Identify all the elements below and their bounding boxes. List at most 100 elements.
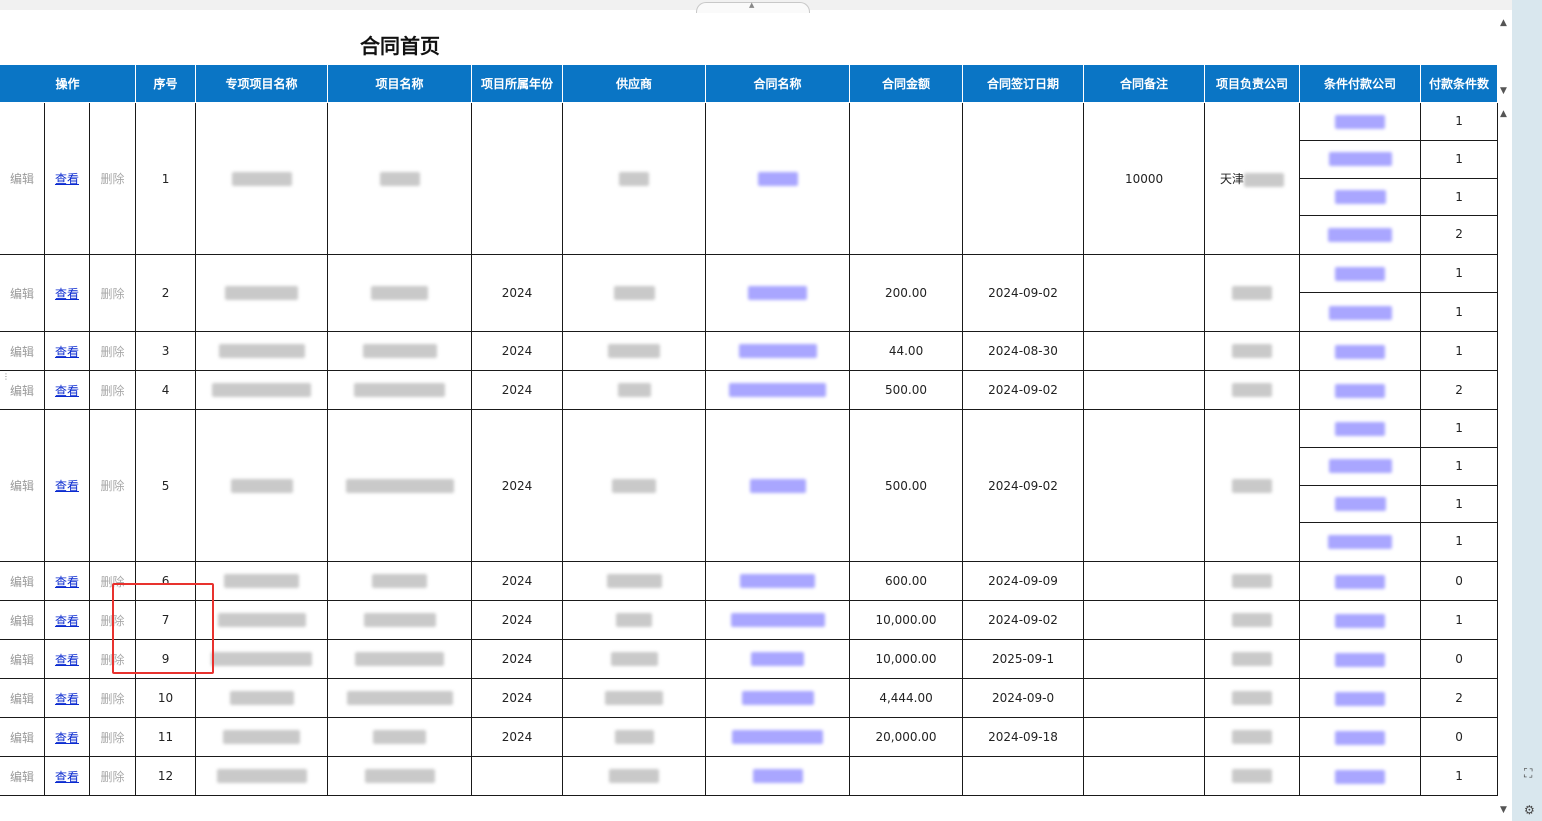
view-cell[interactable]: 查看 [44,639,90,679]
edit-cell[interactable]: 编辑 [0,409,45,562]
edit-button[interactable]: 编辑 [10,614,34,628]
pay-count-subrow: 0 [1422,719,1497,756]
special-project-name-cell [195,102,329,255]
view-link[interactable]: 查看 [55,287,79,301]
date-cell: 2024-09-02 [962,254,1085,332]
edit-cell[interactable]: 编辑 [0,561,45,601]
date-value: 2024-09-02 [988,286,1058,300]
delete-cell[interactable]: 删除 [88,409,137,562]
special-project-name-cell [195,370,329,410]
delete-button[interactable]: 删除 [101,692,125,706]
edit-button[interactable]: 编辑 [10,770,34,784]
screenshot-icon[interactable]: ⛶ [1524,766,1532,781]
edit-cell[interactable]: 编辑 [0,639,45,679]
view-link[interactable]: 查看 [55,384,79,398]
view-cell[interactable]: 查看 [44,102,90,255]
edit-cell[interactable]: 编辑 [0,756,45,796]
view-cell[interactable]: 查看 [44,678,90,718]
view-link[interactable]: 查看 [55,653,79,667]
view-link[interactable]: 查看 [55,172,79,186]
view-link[interactable]: 查看 [55,692,79,706]
view-link[interactable]: 查看 [55,575,79,589]
edit-button[interactable]: 编辑 [10,692,34,706]
delete-button[interactable]: 删除 [101,384,125,398]
edit-cell[interactable]: 编辑 [0,331,45,371]
settings-icon[interactable]: ⚙ [1524,803,1535,817]
view-cell[interactable]: 查看 [44,254,90,332]
delete-button[interactable]: 删除 [101,479,125,493]
edit-button[interactable]: 编辑 [10,172,34,186]
pay-company-cell [1299,254,1422,332]
view-cell[interactable]: 查看 [44,561,90,601]
pay-count-subrow: 2 [1422,216,1497,253]
redacted-content [223,730,301,745]
triangle-down-icon[interactable]: ▼ [1500,805,1507,815]
delete-button[interactable]: 删除 [101,172,125,186]
view-cell[interactable]: 查看 [44,600,90,640]
edit-button[interactable]: 编辑 [10,384,34,398]
redacted-content [619,171,650,186]
view-cell[interactable]: 查看 [44,331,90,371]
year-cell: 2024 [471,678,564,718]
delete-cell[interactable]: 删除 [88,370,137,410]
edit-button[interactable]: 编辑 [10,479,34,493]
view-link[interactable]: 查看 [55,770,79,784]
edit-button[interactable]: 编辑 [10,287,34,301]
triangle-down-icon[interactable]: ▼ [1500,86,1507,96]
delete-cell[interactable]: 删除 [88,756,137,796]
edit-button[interactable]: 编辑 [10,731,34,745]
edit-cell[interactable]: 编辑 [0,678,45,718]
pay-count-value: 1 [1455,305,1463,319]
edit-cell[interactable]: 编辑 [0,102,45,255]
delete-cell[interactable]: 删除 [88,102,137,255]
view-link[interactable]: 查看 [55,614,79,628]
edit-cell[interactable]: 编辑 [0,254,45,332]
pay-count-subrow: 1 [1421,448,1497,486]
collapse-toggle[interactable]: ▲ [696,1,810,13]
redacted-content [1335,730,1386,745]
delete-button[interactable]: 删除 [101,770,125,784]
amount-value: 20,000.00 [875,730,937,744]
year-cell [471,756,564,796]
view-cell[interactable]: 查看 [44,717,90,757]
triangle-up-icon[interactable]: ▲ [1500,109,1507,119]
drag-handle-icon[interactable]: ⋮ [2,372,10,381]
remark-cell: 10000 [1083,102,1206,255]
supplier-cell [562,561,707,601]
redacted-content [216,769,307,784]
contract-name-cell [705,561,851,601]
pay-company-cell [1299,102,1422,255]
pay-count-cell: 1 [1420,600,1499,640]
view-cell[interactable]: 查看 [44,756,90,796]
date-value: 2024-08-30 [988,344,1058,358]
pay-count-value: 1 [1455,458,1463,473]
delete-button[interactable]: 删除 [101,731,125,745]
special-project-name-cell [195,254,329,332]
view-link[interactable]: 查看 [55,345,79,359]
pay-company-subrow [1301,758,1420,795]
edit-cell[interactable]: 编辑 [0,600,45,640]
delete-cell[interactable]: 删除 [88,331,137,371]
triangle-up-icon[interactable]: ▲ [1500,18,1507,28]
delete-button[interactable]: 删除 [101,345,125,359]
view-link[interactable]: 查看 [55,479,79,493]
pay-company-cell [1299,678,1422,718]
redacted-content [362,344,437,359]
company-cell [1204,409,1301,562]
edit-cell[interactable]: 编辑 [0,717,45,757]
delete-cell[interactable]: 删除 [88,717,137,757]
delete-cell[interactable]: 删除 [88,678,137,718]
edit-button[interactable]: 编辑 [10,345,34,359]
vertical-scrollbar[interactable] [1499,10,1512,821]
redacted-content [1335,769,1386,784]
date-value: 2024-09-0 [991,691,1055,705]
view-cell[interactable]: 查看 [44,409,90,562]
view-link[interactable]: 查看 [55,731,79,745]
edit-button[interactable]: 编辑 [10,575,34,589]
delete-cell[interactable]: 删除 [88,254,137,332]
seq-number: 5 [161,478,170,493]
delete-button[interactable]: 删除 [101,287,125,301]
view-cell[interactable]: 查看 [44,370,90,410]
pay-count-subrow: 1 [1422,293,1497,331]
edit-button[interactable]: 编辑 [10,653,34,667]
